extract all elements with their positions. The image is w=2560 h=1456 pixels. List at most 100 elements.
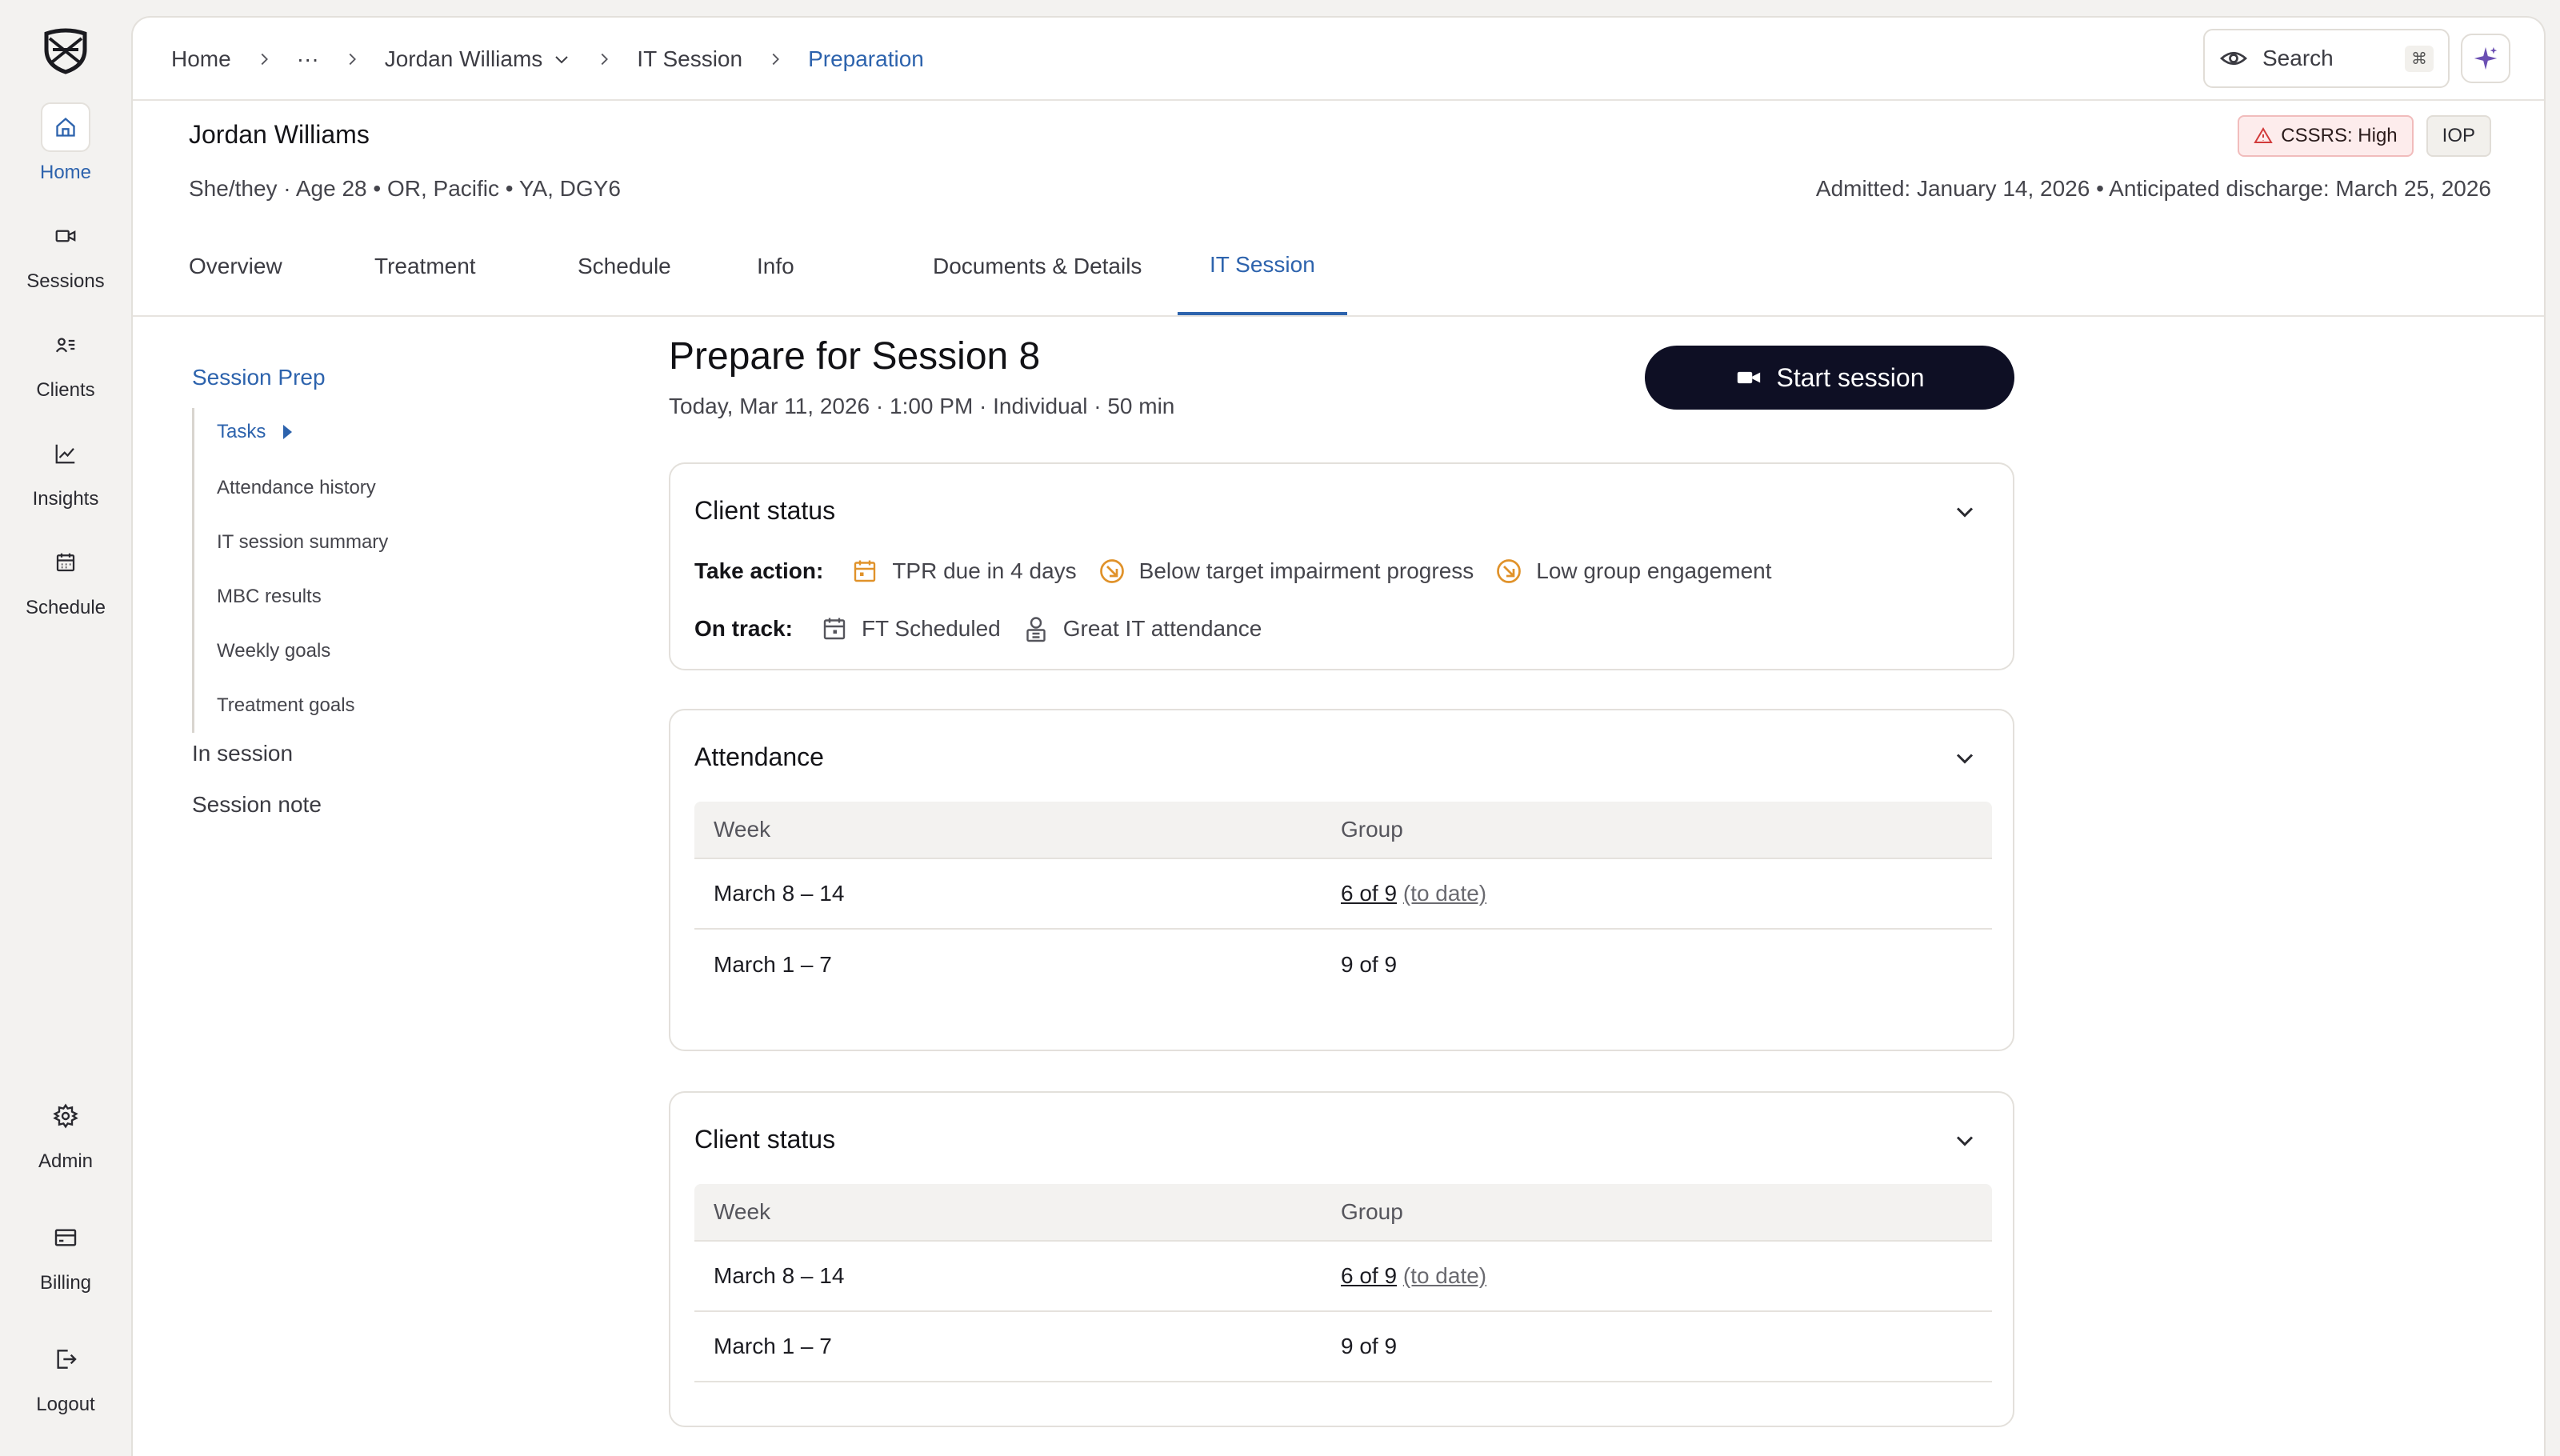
nav-item-logout[interactable]: Logout [0, 1334, 131, 1430]
attendance-table: Week Group March 8 – 14 6 of 9 (to date)… [694, 802, 1992, 1000]
nav-label: Schedule [25, 597, 106, 618]
tab-info[interactable]: Info [725, 218, 826, 315]
subnav-item-weekly-goals[interactable]: Weekly goals [217, 640, 330, 662]
cell-group: 6 of 9 (to date) [1341, 881, 1992, 906]
status-item-label: FT Scheduled [861, 616, 1001, 641]
card-title: Client status [694, 496, 836, 525]
search-input[interactable]: Search ⌘ [2203, 29, 2450, 88]
card-title: Attendance [694, 742, 824, 771]
status-item-label: Low group engagement [1536, 558, 1772, 583]
breadcrumb: Home ··· Jordan Williams IT Session Prep… [171, 18, 924, 101]
client-status-table-card: Client status Week Group March 8 – 14 6 … [669, 1091, 2014, 1427]
tab-bar: Overview Treatment Schedule Info Documen… [133, 218, 2544, 317]
on-track-label: On track: [694, 616, 793, 641]
tab-it-session[interactable]: IT Session [1178, 218, 1347, 315]
attendance-link[interactable]: 6 of 9 [1341, 881, 1397, 906]
eye-icon [2219, 44, 2248, 73]
cell-week: March 8 – 14 [714, 881, 845, 906]
cell-group: 9 of 9 [1341, 952, 1398, 977]
nav-item-home[interactable]: Home [0, 102, 131, 198]
nav-item-clients[interactable]: Clients [0, 320, 131, 416]
table-row: March 1 – 7 9 of 9 [694, 930, 1992, 1000]
cell-group: 9 of 9 [1341, 1334, 1398, 1358]
breadcrumb-current: Preparation [808, 46, 924, 71]
subnav-list: Tasks Attendance history IT session summ… [192, 408, 512, 733]
table-row: March 8 – 14 6 of 9 (to date) [694, 859, 1992, 930]
tab-treatment[interactable]: Treatment [342, 218, 508, 315]
card-title: Client status [694, 1125, 836, 1154]
risk-badge[interactable]: CSSRS: High [2238, 115, 2414, 157]
breadcrumb-client: Jordan Williams [384, 46, 543, 71]
left-nav: Home Sessions Clients Insights Schedule … [0, 0, 131, 1440]
breadcrumb-ellipsis[interactable]: ··· [297, 46, 319, 72]
subnav-in-session[interactable]: In session [192, 741, 293, 766]
status-item-label: TPR due in 4 days [892, 558, 1077, 583]
nav-item-schedule[interactable]: Schedule [0, 538, 131, 634]
subnav-item-label: Tasks [217, 421, 266, 442]
breadcrumb-home[interactable]: Home [171, 46, 231, 72]
subnav-session-prep[interactable]: Session Prep [192, 365, 326, 390]
nav-item-insights[interactable]: Insights [0, 429, 131, 525]
subnav-item-mbc-results[interactable]: MBC results [217, 586, 322, 608]
nav-label: Sessions [26, 270, 105, 292]
calendar-icon [850, 557, 879, 586]
client-status-table: Week Group March 8 – 14 6 of 9 (to date)… [694, 1184, 1992, 1382]
subnav-item-it-session-summary[interactable]: IT session summary [217, 531, 388, 554]
attendance-card: Attendance Week Group March 8 – 14 6 of … [669, 709, 2014, 1051]
attendance-note: (to date) [1402, 881, 1487, 906]
status-item[interactable]: Great IT attendance [1022, 614, 1262, 643]
sparkle-icon [2472, 45, 2499, 72]
nav-label: Admin [38, 1150, 94, 1172]
chevron-down-icon[interactable] [1950, 744, 1979, 773]
nav-item-billing[interactable]: Billing [0, 1213, 131, 1309]
table-header: Week Group [694, 802, 1992, 859]
nav-label: Home [39, 162, 92, 183]
ai-assistant-button[interactable] [2461, 34, 2510, 83]
warning-icon [2254, 126, 2274, 146]
client-badges: CSSRS: High IOP [2238, 115, 2491, 157]
breadcrumb-client-dropdown[interactable]: Jordan Williams [385, 46, 572, 72]
video-icon [1735, 364, 1762, 391]
start-session-button[interactable]: Start session [1645, 346, 2014, 410]
column-header-group: Group [1341, 1199, 1403, 1224]
caret-right-icon [280, 422, 294, 442]
logout-icon [41, 1334, 90, 1384]
status-item[interactable]: TPR due in 4 days [850, 557, 1077, 586]
cell-week: March 1 – 7 [714, 1334, 832, 1358]
column-header-week: Week [714, 817, 771, 842]
tab-overview[interactable]: Overview [157, 218, 314, 315]
column-header-group: Group [1341, 817, 1403, 842]
chevron-down-icon[interactable] [1950, 1126, 1979, 1155]
nav-item-sessions[interactable]: Sessions [0, 211, 131, 307]
status-item[interactable]: FT Scheduled [820, 614, 1001, 643]
breadcrumb-session[interactable]: IT Session [637, 46, 742, 72]
chevron-right-icon [343, 50, 361, 68]
nav-label: Billing [39, 1272, 92, 1294]
video-icon [41, 211, 90, 261]
on-track-row: On track: FT Scheduled Great IT attendan… [694, 614, 1282, 643]
app-logo-icon[interactable] [40, 27, 91, 75]
client-meta: She/they · Age 28 • OR, Pacific • YA, DG… [189, 176, 621, 201]
tab-documents-details[interactable]: Documents & Details [901, 218, 1174, 315]
cell-group: 6 of 9 (to date) [1341, 1263, 1992, 1289]
chevron-down-icon[interactable] [1950, 498, 1979, 526]
main-panel: Home ··· Jordan Williams IT Session Prep… [131, 16, 2546, 1456]
subnav-item-attendance-history[interactable]: Attendance history [217, 477, 376, 499]
calendar-icon [41, 538, 90, 587]
chevron-right-icon [766, 50, 784, 68]
attendance-link[interactable]: 6 of 9 [1341, 1263, 1397, 1288]
subnav-item-treatment-goals[interactable]: Treatment goals [217, 694, 355, 717]
nav-item-admin[interactable]: Admin [0, 1091, 131, 1187]
subnav-item-tasks[interactable]: Tasks [217, 421, 294, 443]
status-item[interactable]: Low group engagement [1494, 557, 1772, 586]
tab-schedule[interactable]: Schedule [546, 218, 703, 315]
home-icon [41, 102, 90, 152]
session-details: Today, Mar 11, 2026 · 1:00 PM · Individu… [669, 394, 1175, 418]
gear-icon [41, 1091, 90, 1141]
status-item[interactable]: Below target impairment progress [1098, 557, 1474, 586]
page-title: Prepare for Session 8 [669, 335, 1041, 378]
trend-down-icon [1494, 557, 1523, 586]
client-name: Jordan Williams [189, 120, 370, 149]
subnav-session-note[interactable]: Session note [192, 792, 322, 818]
column-header-week: Week [714, 1199, 771, 1224]
